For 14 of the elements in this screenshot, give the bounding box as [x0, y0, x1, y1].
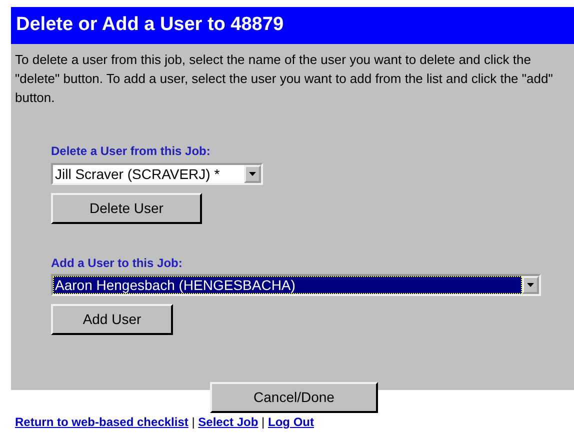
section-label: Add a User to this Job:	[51, 254, 182, 272]
link-separator: |	[260, 415, 266, 429]
delete-user-button[interactable]: Delete User	[51, 192, 202, 224]
footer-link[interactable]: Select Job	[198, 415, 258, 429]
section-label: Delete a User from this Job:	[51, 143, 210, 160]
instructions-text: To delete a user from this job, select the name of the user you want to delete and click the "delete" button. To add a user, select the user you want to add from the list and click the "add" button.	[15, 51, 554, 107]
user-dropdown[interactable]: Aaron Hengesbach (HENGESBACHA)	[51, 274, 541, 296]
cancel-done-button[interactable]: Cancel/Done	[210, 382, 378, 413]
link-separator: |	[190, 415, 196, 429]
add-user-button[interactable]: Add User	[51, 304, 173, 335]
footer-link[interactable]: Return to web-based checklist	[15, 415, 188, 429]
user-dropdown[interactable]: Jill Scraver (SCRAVERJ) *	[51, 162, 263, 184]
footer-link[interactable]: Log Out	[268, 415, 314, 429]
page-title: Delete or Add a User to 48879	[11, 7, 574, 44]
